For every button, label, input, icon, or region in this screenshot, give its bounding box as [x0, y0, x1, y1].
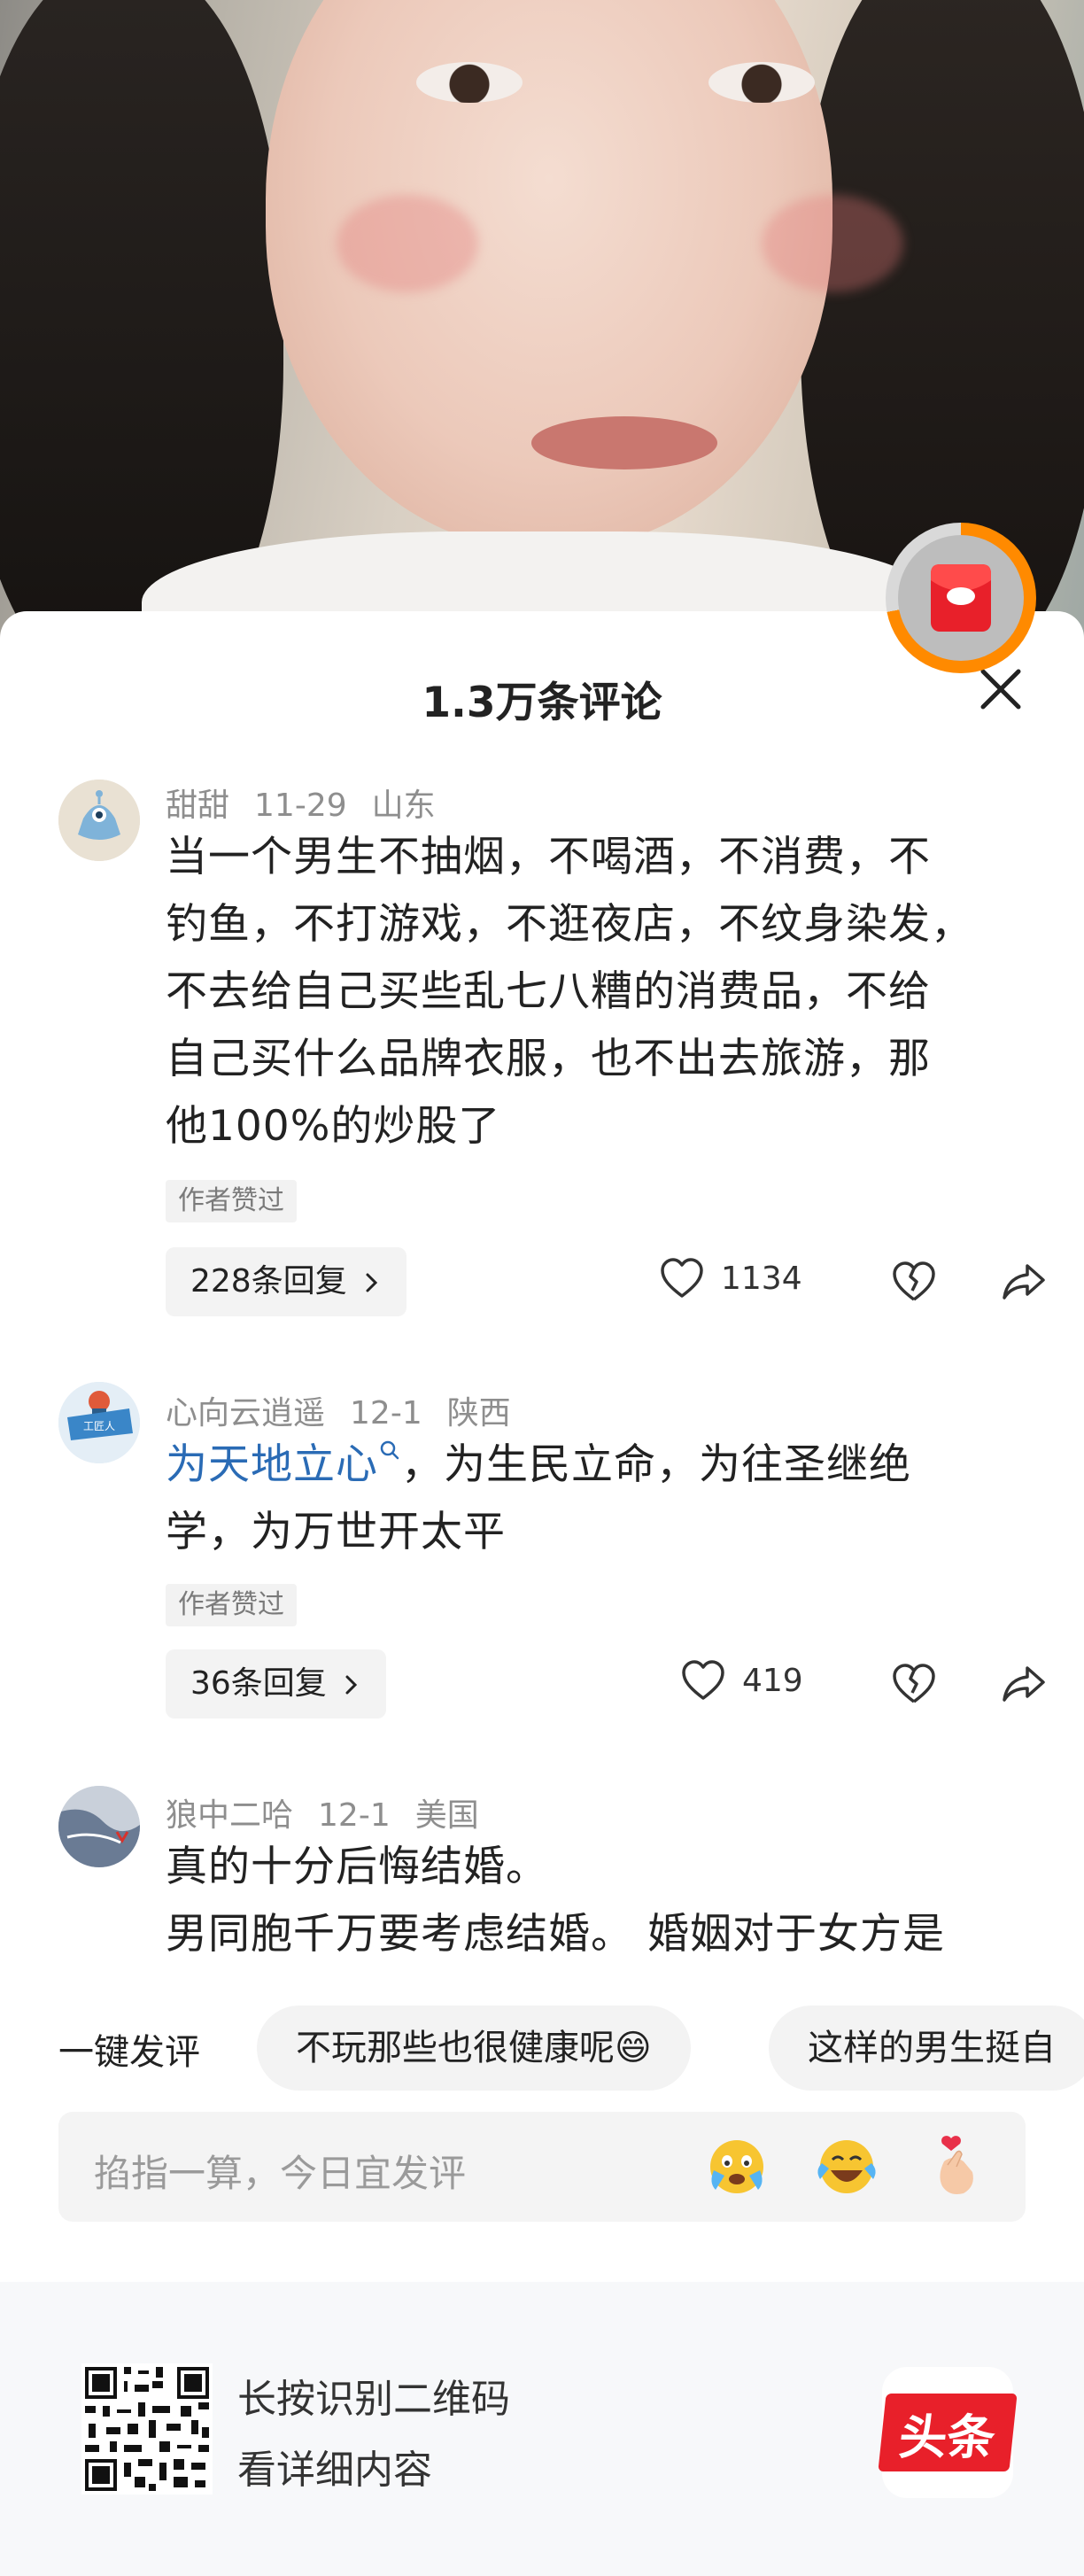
comment-line: 钓鱼，不打游戏，不逛夜店，不纹身染发，: [166, 900, 973, 949]
avatar-image: 工匠人: [58, 1382, 140, 1463]
author-liked-badge: 作者赞过: [166, 1584, 297, 1626]
comment-location: 陕西: [446, 1395, 511, 1432]
comment-location: 美国: [414, 1797, 479, 1834]
finger-heart-emoji-icon: [940, 2136, 973, 2194]
footer-text-detail: 看详细内容: [237, 2448, 432, 2493]
emoji-crying-button[interactable]: [701, 2131, 772, 2202]
emoji-laugh-cry-button[interactable]: [811, 2131, 882, 2202]
avatar-image: [58, 1786, 140, 1867]
author-liked-badge: 作者赞过: [166, 1180, 297, 1222]
avatar-image: [58, 780, 140, 861]
view-replies-button[interactable]: 36条回复: [166, 1649, 387, 1719]
footer-banner: 长按识别二维码 看详细内容 头条: [0, 2282, 1084, 2576]
share-arrow-icon: [1003, 1264, 1045, 1300]
comment-meta: 心向云逍遥 12-1 陕西: [166, 1387, 536, 1433]
comment-text[interactable]: 为天地立心 ，为生民立命，为往圣继绝 学，为万世开太平: [166, 1432, 1034, 1566]
close-button[interactable]: [974, 663, 1027, 716]
rolling-laugh-emoji-icon: [817, 2140, 876, 2193]
share-arrow-icon: [1003, 1666, 1045, 1702]
comment-line: 学，为万世开太平: [166, 1508, 506, 1556]
comment-count-title: 1.3万条评论: [422, 679, 662, 727]
comment-line: 当一个男生不抽烟，不喝酒，不消费，不: [166, 833, 931, 881]
chevron-right-icon: [345, 1675, 358, 1695]
qr-code[interactable]: [81, 2363, 213, 2495]
comment-line: 男同胞千万要考虑结婚。 婚姻对于女方是: [166, 1910, 945, 1959]
comment-username[interactable]: 心向云逍遥: [166, 1395, 325, 1432]
red-packet-ring: [898, 535, 1024, 661]
share-button[interactable]: [999, 1659, 1049, 1709]
video-frame-eye-right: [708, 62, 815, 103]
comment-text[interactable]: 当一个男生不抽烟，不喝酒，不消费，不 钓鱼，不打游戏，不逛夜店，不纹身染发， 不…: [166, 824, 1034, 1160]
comment-meta: 狼中二哈 12-1 美国: [166, 1789, 504, 1835]
red-envelope-icon: [931, 564, 991, 632]
comment-input[interactable]: 掐指一算，今日宜发评: [58, 2112, 1026, 2222]
video-frame-cheek-left: [337, 195, 478, 292]
close-icon: [980, 669, 1021, 710]
share-button[interactable]: [999, 1257, 1049, 1307]
avatar[interactable]: [58, 1786, 140, 1867]
comment-line: 为天地立心 ，为生民立命，为往圣继绝: [166, 1432, 1034, 1499]
footer-text-scan: 长按识别二维码: [237, 2377, 510, 2422]
comment-date: 11-29: [254, 788, 347, 824]
view-replies-button[interactable]: 228条回复: [166, 1247, 407, 1316]
broken-heart-icon: [893, 1664, 935, 1703]
comment-date: 12-1: [350, 1395, 422, 1432]
like-button[interactable]: 419: [680, 1659, 803, 1702]
toutiao-logo-badge: 头条: [878, 2394, 1018, 2471]
comment-line: 不去给自己买些乱七八糟的消费品，不给: [166, 967, 931, 1016]
video-frame-lips: [531, 416, 717, 469]
replies-count: 36条回复: [190, 1665, 327, 1702]
comment-username[interactable]: 狼中二哈: [166, 1797, 293, 1834]
dislike-button[interactable]: [889, 1659, 939, 1709]
like-count: 1134: [721, 1260, 802, 1297]
chevron-right-icon: [366, 1273, 378, 1292]
avatar[interactable]: [58, 780, 140, 861]
qr-code-icon: [81, 2363, 213, 2495]
avatar-caption: 工匠人: [83, 1420, 115, 1432]
comment-line: 真的十分后悔结婚。: [166, 1843, 548, 1891]
comment-line: 自己买什么品牌衣服，也不出去旅游，那: [166, 1035, 931, 1083]
heart-outline-icon: [661, 1258, 703, 1298]
dislike-button[interactable]: [889, 1257, 939, 1307]
comment-username[interactable]: 甜甜: [166, 788, 229, 824]
search-keyword-link[interactable]: 为天地立心: [166, 1440, 378, 1489]
comment-input-placeholder: 掐指一算，今日宜发评: [94, 2152, 467, 2195]
comment-actions: 1134: [659, 1247, 1084, 1316]
video-frame-cheek-right: [762, 195, 903, 292]
replies-count: 228条回复: [190, 1263, 347, 1300]
comment-meta: 甜甜 11-29 山东: [166, 780, 461, 826]
search-icon: [380, 1440, 399, 1460]
video-frame-hair-left: [0, 0, 283, 638]
comment-text[interactable]: 真的十分后悔结婚。 男同胞千万要考虑结婚。 婚姻对于女方是: [166, 1834, 1034, 1968]
quick-comment-bar: 一键发评 不玩那些也很健康呢😄 这样的男生挺自: [0, 2006, 1084, 2091]
video-frame-eye-left: [416, 62, 523, 103]
red-packet-button[interactable]: [886, 523, 1036, 673]
like-button[interactable]: 1134: [659, 1257, 802, 1300]
heart-outline-icon: [682, 1660, 724, 1700]
crying-face-emoji-icon: [710, 2140, 763, 2193]
app-logo[interactable]: 头条: [878, 2367, 1018, 2498]
like-count: 419: [742, 1662, 803, 1699]
emoji-finger-heart-button[interactable]: [921, 2131, 992, 2202]
comment-actions: 419: [659, 1649, 1084, 1719]
quick-comment-chip[interactable]: 这样的男生挺自: [769, 2006, 1084, 2091]
quick-comment-label: 一键发评: [58, 2032, 200, 2073]
comment-date: 12-1: [318, 1797, 391, 1834]
broken-heart-icon: [893, 1261, 935, 1301]
comment-line-rest: ，为生民立命，为往圣继绝: [401, 1440, 911, 1489]
quick-comment-chip[interactable]: 不玩那些也很健康呢😄: [257, 2006, 691, 2091]
comment-line: 他100%的炒股了: [166, 1102, 501, 1151]
avatar[interactable]: 工匠人: [58, 1382, 140, 1463]
comment-location: 山东: [371, 788, 436, 824]
